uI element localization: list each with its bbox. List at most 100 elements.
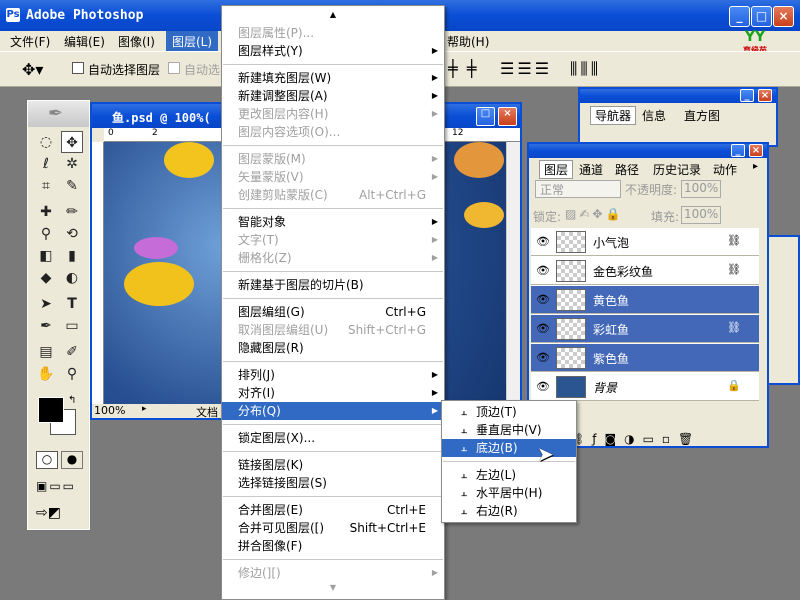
move-tool-icon[interactable]: ✥▾ bbox=[22, 60, 43, 79]
type-tool-icon[interactable]: T bbox=[61, 293, 83, 315]
slice-tool-icon[interactable]: ✎ bbox=[61, 175, 83, 197]
menu-item[interactable]: 新建调整图层(A) ▶ bbox=[222, 87, 444, 105]
layer-row[interactable]: 👁 紫色鱼 bbox=[531, 344, 759, 372]
auto-select-checkbox[interactable] bbox=[72, 62, 84, 74]
menu-item[interactable]: ⫠ 水平居中(H) bbox=[442, 484, 576, 502]
menu-item[interactable]: ⫠ 右边(R) bbox=[442, 502, 576, 520]
menu-item[interactable]: 分布(Q) ▶ bbox=[222, 402, 444, 420]
quickmask-standard-button[interactable]: ○ bbox=[36, 451, 58, 469]
foreground-color-swatch[interactable] bbox=[38, 397, 64, 423]
lock-icons[interactable]: ▨✍✥🔒 bbox=[565, 207, 623, 221]
menu-image[interactable]: 图像(I) bbox=[118, 33, 155, 50]
menu-help[interactable]: 帮助(H) bbox=[447, 33, 489, 50]
tab-channels[interactable]: 通道 bbox=[579, 161, 603, 178]
status-arrow-icon[interactable]: ▸ bbox=[142, 404, 147, 414]
pen-tool-icon[interactable]: ✒ bbox=[35, 315, 57, 337]
zoom-tool-icon[interactable]: ⚲ bbox=[61, 363, 83, 385]
tab-navigator[interactable]: 导航器 bbox=[590, 106, 637, 125]
menu-item[interactable]: 选择链接图层(S) bbox=[222, 474, 444, 492]
doc-maximize-button[interactable]: □ bbox=[476, 107, 495, 126]
path-select-icon[interactable]: ➤ bbox=[35, 293, 57, 315]
tab-actions[interactable]: 动作 bbox=[713, 161, 737, 178]
blur-tool-icon[interactable]: ◆ bbox=[35, 267, 57, 289]
menu-item[interactable]: 图层样式(Y) ▶ bbox=[222, 42, 444, 60]
menu-item[interactable]: ⫠ 左边(L) bbox=[442, 466, 576, 484]
brush-tool-icon[interactable]: ✏ bbox=[61, 201, 83, 223]
menu-edit[interactable]: 编辑(E) bbox=[64, 33, 105, 50]
eye-icon[interactable]: 👁 bbox=[536, 380, 550, 393]
layer-row[interactable]: 👁 背景 🔒 bbox=[531, 373, 759, 401]
tab-histogram[interactable]: 直方图 bbox=[684, 107, 720, 124]
zoom-level[interactable]: 100% bbox=[94, 404, 125, 417]
menu-file[interactable]: 文件(F) bbox=[10, 33, 50, 50]
eyedropper-tool-icon[interactable]: ✐ bbox=[61, 341, 83, 363]
menu-scroll-down-icon[interactable]: ▼ bbox=[222, 582, 444, 594]
magic-wand-icon[interactable]: ✲ bbox=[61, 153, 83, 175]
marquee-tool-icon[interactable]: ◌ bbox=[35, 131, 57, 153]
menu-item[interactable]: 排列(J) ▶ bbox=[222, 366, 444, 384]
maximize-button[interactable]: □ bbox=[751, 6, 772, 27]
history-brush-icon[interactable]: ⟲ bbox=[61, 223, 83, 245]
layers-close-button[interactable]: × bbox=[749, 144, 763, 157]
layer-row[interactable]: 👁 小气泡 ⛓ bbox=[531, 228, 759, 256]
eraser-tool-icon[interactable]: ◧ bbox=[35, 245, 57, 267]
menu-item[interactable]: ⫠ 垂直居中(V) bbox=[442, 421, 576, 439]
eye-icon[interactable]: 👁 bbox=[536, 264, 550, 277]
dodge-tool-icon[interactable]: ◐ bbox=[61, 267, 83, 289]
menu-item[interactable]: 拼合图像(F) bbox=[222, 537, 444, 555]
menu-item[interactable]: 锁定图层(X)... bbox=[222, 429, 444, 447]
menu-item[interactable]: 新建基于图层的切片(B) bbox=[222, 276, 444, 294]
doc-close-button[interactable]: × bbox=[498, 107, 517, 126]
menu-item[interactable]: 新建填充图层(W) ▶ bbox=[222, 69, 444, 87]
jump-to-imageready-icon[interactable]: ⇨◩ bbox=[36, 505, 61, 521]
move-tool-icon[interactable]: ✥ bbox=[61, 131, 83, 153]
menu-item[interactable]: 图层编组(G) Ctrl+G bbox=[222, 303, 444, 321]
tab-history[interactable]: 历史记录 bbox=[653, 161, 701, 178]
menu-item[interactable]: 合并可见图层([) Shift+Ctrl+E bbox=[222, 519, 444, 537]
screen-modes-icon[interactable]: ▣▭▭ bbox=[36, 479, 76, 493]
menu-item[interactable]: 隐藏图层(R) bbox=[222, 339, 444, 357]
menu-item[interactable]: 链接图层(K) bbox=[222, 456, 444, 474]
layer-row[interactable]: 👁 黄色鱼 bbox=[531, 286, 759, 314]
tab-layers[interactable]: 图层 bbox=[539, 160, 574, 179]
menu-item[interactable]: 对齐(I) ▶ bbox=[222, 384, 444, 402]
align-buttons-icon[interactable]: ╪ ╪ bbox=[448, 59, 478, 78]
eye-icon[interactable]: 👁 bbox=[536, 351, 550, 364]
panel-menu-icon[interactable]: ▸ bbox=[753, 161, 758, 172]
menu-item[interactable]: 智能对象 ▶ bbox=[222, 213, 444, 231]
tab-paths[interactable]: 路径 bbox=[615, 161, 639, 178]
close-button[interactable]: × bbox=[773, 6, 794, 27]
notes-tool-icon[interactable]: ▤ bbox=[35, 341, 57, 363]
eye-icon[interactable]: 👁 bbox=[536, 235, 550, 248]
layer-row[interactable]: 👁 金色彩纹鱼 ⛓ bbox=[531, 257, 759, 285]
quickmask-mode-button[interactable]: ● bbox=[61, 451, 83, 469]
eye-icon[interactable]: 👁 bbox=[536, 293, 550, 306]
opacity-value[interactable]: 100% bbox=[681, 180, 721, 198]
shape-tool-icon[interactable]: ▭ bbox=[61, 315, 83, 337]
hand-tool-icon[interactable]: ✋ bbox=[35, 363, 57, 385]
menu-item[interactable]: ⫠ 底边(B) bbox=[442, 439, 576, 457]
layers-minimize-button[interactable]: _ bbox=[731, 144, 745, 157]
tab-info[interactable]: 信息 bbox=[642, 107, 666, 124]
swap-colors-icon[interactable]: ↰ bbox=[68, 395, 76, 406]
blend-mode-select[interactable]: 正常 bbox=[535, 180, 621, 198]
eye-icon[interactable]: 👁 bbox=[536, 322, 550, 335]
menu-layer[interactable]: 图层(L) bbox=[166, 31, 219, 51]
menu-item[interactable]: ⫠ 顶边(T) bbox=[442, 403, 576, 421]
layers-footer-icons[interactable]: ⛓ƒ◙◑▭▫🗑 bbox=[569, 432, 701, 446]
menu-scroll-up-icon[interactable]: ▲ bbox=[222, 6, 444, 24]
distribute-vertical-buttons-icon[interactable]: ☰☰☰ bbox=[500, 59, 552, 78]
gradient-tool-icon[interactable]: ▮ bbox=[61, 245, 83, 267]
fill-value[interactable]: 100% bbox=[681, 206, 721, 224]
minimize-button[interactable]: _ bbox=[729, 6, 750, 27]
menu-item[interactable]: 合并图层(E) Ctrl+E bbox=[222, 501, 444, 519]
stamp-tool-icon[interactable]: ⚲ bbox=[35, 223, 57, 245]
healing-brush-icon[interactable]: ✚ bbox=[35, 201, 57, 223]
auto-select-2-checkbox[interactable] bbox=[168, 62, 180, 74]
distribute-horizontal-buttons-icon[interactable]: ⫼⫼⫼ bbox=[570, 59, 601, 79]
crop-tool-icon[interactable]: ⌗ bbox=[35, 175, 57, 197]
lasso-tool-icon[interactable]: ℓ bbox=[35, 153, 57, 175]
layer-row[interactable]: 👁 彩虹鱼 ⛓ bbox=[531, 315, 759, 343]
vertical-scrollbar[interactable] bbox=[506, 142, 520, 404]
navigator-minimize-button[interactable]: _ bbox=[740, 89, 754, 102]
